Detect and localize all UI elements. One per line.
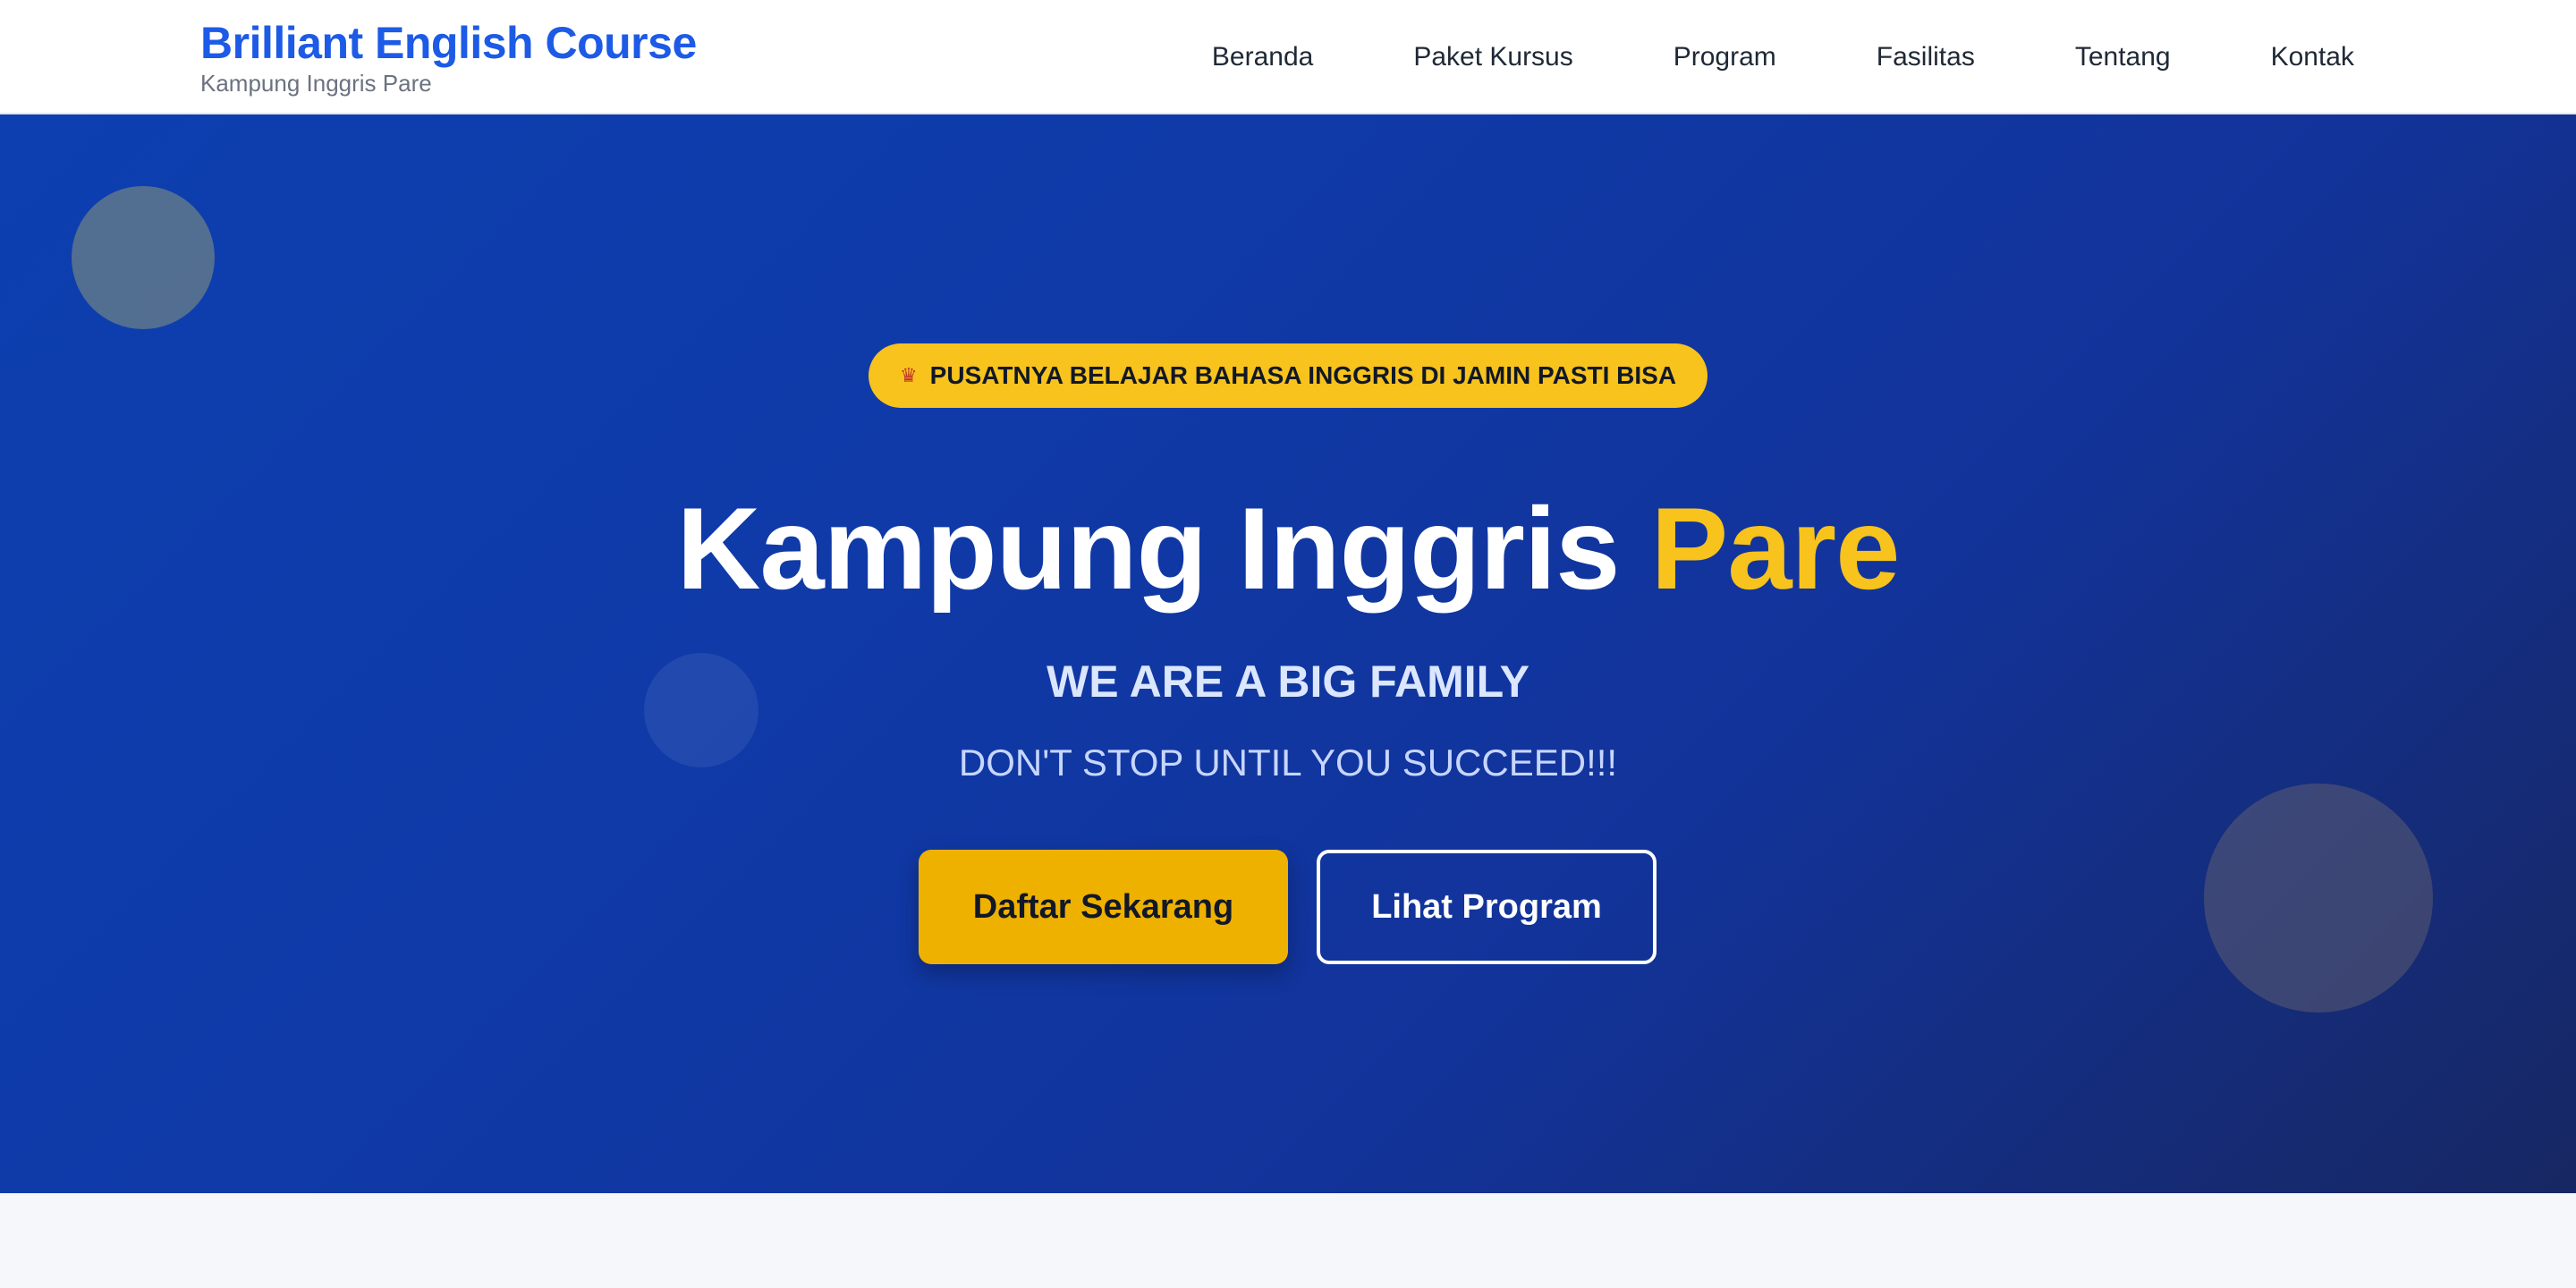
next-section	[0, 1193, 2576, 1288]
view-program-button[interactable]: Lihat Program	[1317, 850, 1657, 964]
register-button[interactable]: Daftar Sekarang	[919, 850, 1288, 964]
brand[interactable]: Brilliant English Course Kampung Inggris…	[200, 18, 697, 97]
nav-link-kontak[interactable]: Kontak	[2271, 42, 2354, 72]
hero-title-main: Kampung Inggris	[676, 483, 1621, 614]
hero-title: Kampung Inggris Pare	[0, 481, 2576, 615]
site-header: Brilliant English Course Kampung Inggris…	[0, 0, 2576, 114]
decorative-circle	[72, 186, 215, 329]
nav-link-program[interactable]: Program	[1674, 42, 1776, 72]
brand-title[interactable]: Brilliant English Course	[200, 18, 697, 68]
nav-link-tentang[interactable]: Tentang	[2075, 42, 2171, 72]
decorative-circle	[2204, 784, 2433, 1013]
brand-subtitle: Kampung Inggris Pare	[200, 70, 432, 97]
crown-icon: ♛	[899, 364, 918, 386]
nav-link-beranda[interactable]: Beranda	[1212, 42, 1313, 72]
hero-badge-text: PUSATNYA BELAJAR BAHASA INGGRIS DI JAMIN…	[929, 361, 1677, 389]
main-nav: Beranda Paket Kursus Program Fasilitas T…	[1212, 0, 2354, 114]
hero-section: ♛ PUSATNYA BELAJAR BAHASA INGGRIS DI JAM…	[0, 114, 2576, 1193]
hero-title-accent: Pare	[1650, 483, 1901, 614]
hero-badge: ♛ PUSATNYA BELAJAR BAHASA INGGRIS DI JAM…	[869, 343, 1707, 408]
nav-link-paket-kursus[interactable]: Paket Kursus	[1413, 42, 1572, 72]
nav-link-fasilitas[interactable]: Fasilitas	[1877, 42, 1975, 72]
hero-tagline: WE ARE A BIG FAMILY	[1046, 657, 1530, 707]
hero-motto: DON'T STOP UNTIL YOU SUCCEED!!!	[958, 741, 1618, 784]
